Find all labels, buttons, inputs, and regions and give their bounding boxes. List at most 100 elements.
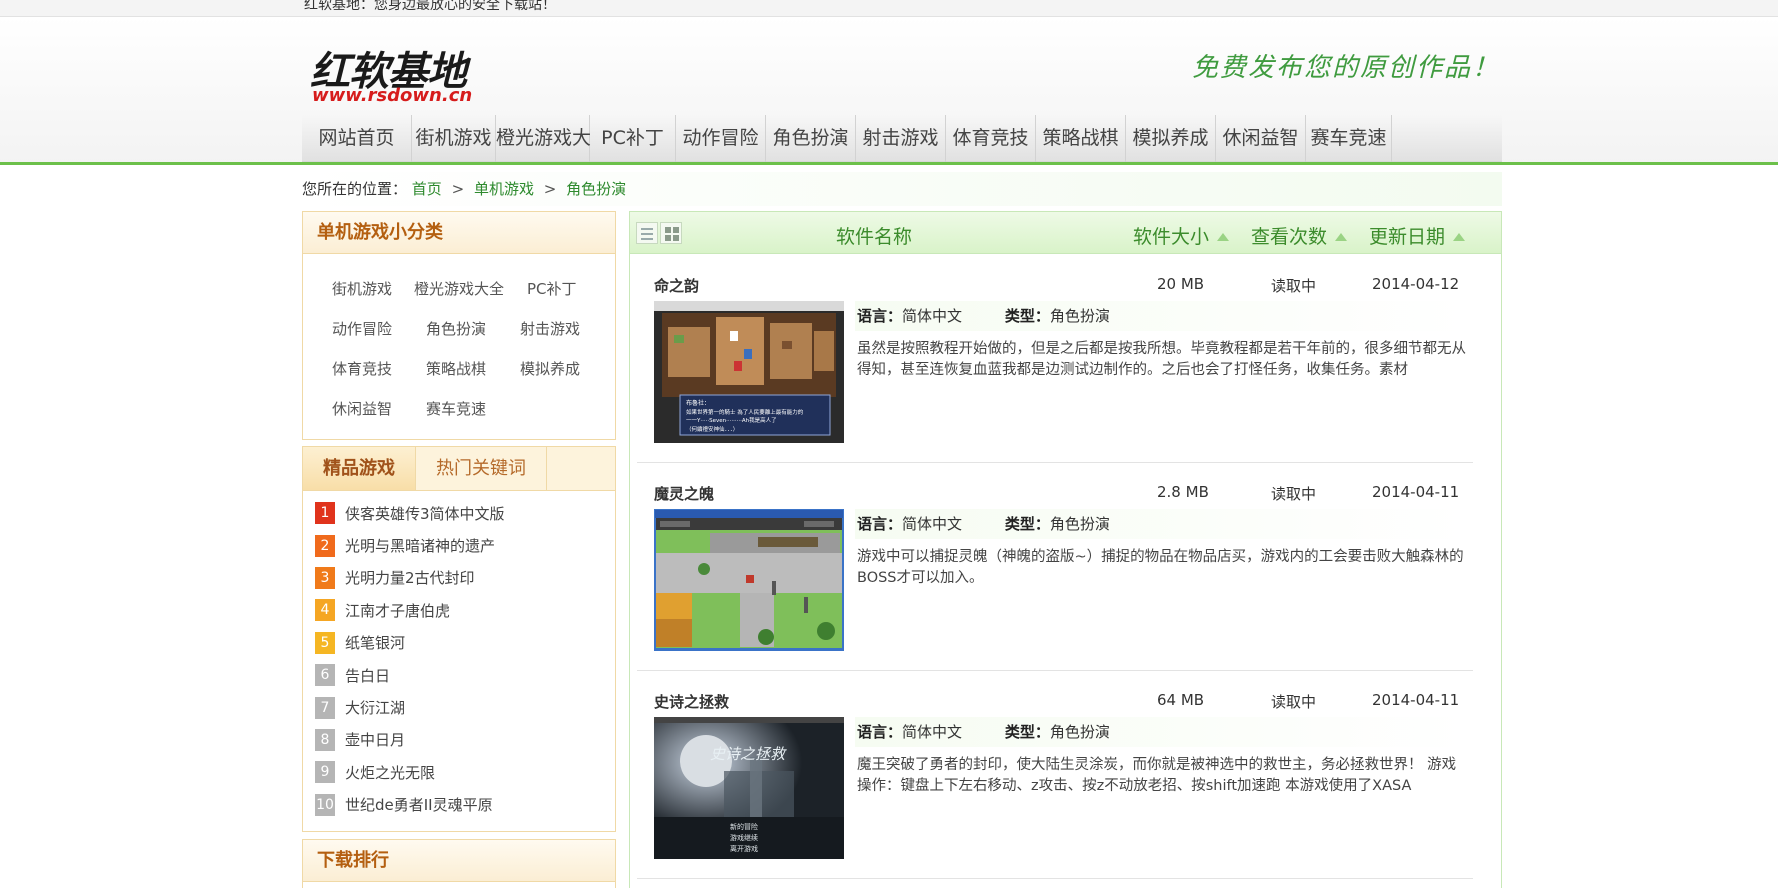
category-item[interactable]: 动作冒险 <box>332 318 392 339</box>
nav-item-casual[interactable]: 休闲益智 <box>1216 115 1306 162</box>
nav-item-pc-patch[interactable]: PC补丁 <box>590 115 676 162</box>
software-language: 简体中文 <box>902 515 963 533</box>
epic-menu-item: 新的冒险 <box>730 822 758 831</box>
category-item[interactable]: 模拟养成 <box>520 358 580 379</box>
rank-title[interactable]: 火炬之光无限 <box>345 762 435 783</box>
sort-size-button[interactable]: 软件大小 <box>1133 222 1230 249</box>
software-name[interactable]: 命之韵 <box>654 275 699 296</box>
breadcrumb: 您所在的位置： 首页 > 单机游戏 > 角色扮演 <box>302 172 1502 206</box>
software-name[interactable]: 史诗之拯救 <box>654 691 729 712</box>
software-language: 简体中文 <box>902 307 963 325</box>
epic-menu-item: 游戏继续 <box>730 833 758 842</box>
type-label: 类型： <box>1004 307 1050 325</box>
nav-item-arcade[interactable]: 街机游戏 <box>412 115 496 162</box>
software-date: 2014-04-11 <box>1372 483 1460 501</box>
nav-item-sports[interactable]: 体育竞技 <box>946 115 1036 162</box>
software-meta: 语言：简体中文 类型：角色扮演 <box>855 717 1467 747</box>
rank-title[interactable]: 光明与黑暗诸神的遗产 <box>345 535 495 556</box>
rank-title[interactable]: 光明力量2古代封印 <box>345 567 475 588</box>
language-label: 语言： <box>857 723 903 741</box>
software-thumbnail[interactable]: 史诗之拯救 新的冒险 游戏继续 离开游戏 <box>654 717 844 859</box>
nav-item-rpg[interactable]: 角色扮演 <box>766 115 856 162</box>
sort-up-icon <box>1335 233 1348 241</box>
list-item[interactable]: 10 世纪de勇者II灵魂平原 <box>303 789 615 821</box>
rank-title[interactable]: 纸笔银河 <box>345 632 405 653</box>
list-item[interactable]: 7 大衍江湖 <box>303 691 615 723</box>
rank-tabs: 精品游戏 热门关键词 <box>303 447 615 491</box>
rank-title[interactable]: 侠客英雄传3简体中文版 <box>345 503 505 524</box>
list-item[interactable]: 2 光明与黑暗诸神的遗产 <box>303 529 615 561</box>
software-date: 2014-04-12 <box>1372 275 1460 293</box>
rank-number: 1 <box>315 502 335 525</box>
rank-title[interactable]: 壶中日月 <box>345 729 405 750</box>
rank-number: 4 <box>315 599 335 622</box>
category-item[interactable]: 体育竞技 <box>332 358 392 379</box>
category-item[interactable]: 角色扮演 <box>426 318 486 339</box>
list-item[interactable]: 8 壶中日月 <box>303 724 615 756</box>
nav-item-action[interactable]: 动作冒险 <box>676 115 766 162</box>
nav-item-orange-light[interactable]: 橙光游戏大 <box>496 115 591 162</box>
breadcrumb-prefix: 您所在的位置： <box>302 180 408 198</box>
category-item[interactable]: 赛车竞速 <box>426 398 486 419</box>
software-type: 角色扮演 <box>1049 307 1110 325</box>
category-panel: 单机游戏小分类 街机游戏 橙光游戏大全 PC补丁 动作冒险 角色扮演 射击游戏 … <box>302 211 616 440</box>
software-description: 游戏中可以捕捉灵魄（神魄的盗版~）捕捉的物品在物品店买，游戏内的工会要击败大触森… <box>857 549 1464 586</box>
rank-panel: 精品游戏 热门关键词 1 侠客英雄传3简体中文版 2 光明与黑暗诸神的遗产 3 光明力… <box>302 446 616 832</box>
table-row: 魔灵之魄 2.8 MB 读取中 2014-04-11 语言：简体中文 类型：角色… <box>637 463 1473 671</box>
list-item[interactable]: 3 光明力量2古代封印 <box>303 562 615 594</box>
rank-number: 2 <box>315 534 335 557</box>
category-item[interactable]: PC补丁 <box>527 278 577 299</box>
software-size: 2.8 MB <box>1157 483 1209 501</box>
list-item[interactable]: 6 告白日 <box>303 659 615 691</box>
rank-number: 8 <box>315 728 335 751</box>
breadcrumb-single-games[interactable]: 单机游戏 <box>474 180 534 198</box>
software-description: 魔王突破了勇者的封印，使大陆生灵涂炭，而你就是被神选中的救世主，务必拯救世界！ … <box>857 757 1457 794</box>
nav-item-simulation[interactable]: 模拟养成 <box>1126 115 1216 162</box>
rank-title[interactable]: 大衍江湖 <box>345 697 405 718</box>
category-panel-title: 单机游戏小分类 <box>303 212 615 254</box>
column-views: 查看次数 <box>1251 226 1328 248</box>
category-item[interactable]: 休闲益智 <box>332 398 392 419</box>
category-item[interactable]: 射击游戏 <box>520 318 580 339</box>
category-item[interactable]: 街机游戏 <box>332 278 392 299</box>
table-row: 史诗之拯救 64 MB 读取中 2014-04-11 史诗之拯救 新的冒险 游戏… <box>637 671 1473 879</box>
rank-number: 5 <box>315 631 335 654</box>
site-tagline: 红软基地：您身边最放心的安全下载站！ <box>304 0 556 13</box>
nav-item-home[interactable]: 网站首页 <box>302 115 412 162</box>
software-thumbnail[interactable]: 布魯社： 如果世界第一的騎士 為了人民要離上最有能力的 一一Y·····Seve… <box>654 301 844 443</box>
list-header: 软件名称 软件大小 查看次数 更新日期 <box>630 212 1501 254</box>
breadcrumb-rpg[interactable]: 角色扮演 <box>566 180 626 198</box>
nav-item-racing[interactable]: 赛车竞速 <box>1306 115 1392 162</box>
list-item[interactable]: 4 江南才子唐伯虎 <box>303 594 615 626</box>
site-logo[interactable]: 红软基地 www.rsdown.cn <box>310 29 480 109</box>
header-slogan[interactable]: 免费发布您的原创作品！ <box>1192 47 1500 84</box>
category-item[interactable]: 策略战棋 <box>426 358 486 379</box>
rank-title[interactable]: 江南才子唐伯虎 <box>345 600 450 621</box>
rank-title[interactable]: 告白日 <box>345 665 390 686</box>
category-item[interactable]: 橙光游戏大全 <box>414 278 504 299</box>
tab-featured-games[interactable]: 精品游戏 <box>303 447 416 490</box>
breadcrumb-home[interactable]: 首页 <box>412 180 442 198</box>
list-item[interactable]: 9 火炬之光无限 <box>303 756 615 788</box>
nav-divider <box>0 162 1778 165</box>
language-label: 语言： <box>857 307 903 325</box>
sort-views-button[interactable]: 查看次数 <box>1251 222 1348 249</box>
list-view-button[interactable] <box>636 222 658 244</box>
epic-menu-item: 离开游戏 <box>730 844 758 853</box>
download-rank-title: 下载排行 <box>303 840 615 882</box>
epic-title-text: 史诗之拯救 <box>710 745 787 763</box>
nav-item-shooter[interactable]: 射击游戏 <box>856 115 946 162</box>
grid-view-button[interactable] <box>660 222 682 244</box>
rpg-village-screenshot <box>654 509 844 651</box>
list-item[interactable]: 1 侠客英雄传3简体中文版 <box>303 497 615 529</box>
nav-item-strategy[interactable]: 策略战棋 <box>1036 115 1126 162</box>
software-name[interactable]: 魔灵之魄 <box>654 483 714 504</box>
sort-date-button[interactable]: 更新日期 <box>1369 222 1466 249</box>
rank-title[interactable]: 世纪de勇者II灵魂平原 <box>345 794 493 815</box>
software-thumbnail[interactable] <box>654 509 844 651</box>
dialog-line: （何續禮安神仙．．．） <box>686 425 738 433</box>
breadcrumb-separator: > <box>543 180 557 198</box>
tab-hot-keywords[interactable]: 热门关键词 <box>416 447 547 490</box>
software-date: 2014-04-11 <box>1372 691 1460 709</box>
list-item[interactable]: 5 纸笔银河 <box>303 627 615 659</box>
